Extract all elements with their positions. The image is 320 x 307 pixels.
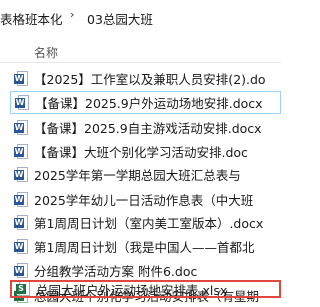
- column-header-name[interactable]: 名称: [34, 44, 58, 61]
- file-name: 2025学年幼儿一日活动作息表（中大班: [34, 193, 254, 208]
- file-row[interactable]: W 【备课】大班个别化学习活动安排.doc: [10, 140, 281, 163]
- word-doc-icon: W: [14, 119, 29, 136]
- file-name: 2025学年第一学期总园大班汇总表与: [34, 168, 241, 183]
- file-name: 【备课】2025.9自主游戏活动安排.docx: [34, 121, 262, 136]
- file-row[interactable]: W 【备课】2025.9户外运动场地安排.docx: [10, 91, 281, 114]
- word-doc-icon: W: [15, 94, 30, 111]
- file-row[interactable]: W 2025学年幼儿一日活动作息表（中大班: [10, 188, 281, 211]
- file-name: 【备课】大班个别化学习活动安排.doc: [34, 145, 248, 160]
- word-doc-icon: W: [14, 191, 29, 208]
- word-doc-icon: W: [14, 143, 29, 160]
- file-row[interactable]: W 【2025】工作室以及兼职人员安排(2).do: [10, 67, 281, 90]
- breadcrumb-separator-icon[interactable]: ›: [70, 8, 74, 21]
- breadcrumb-item-current-folder[interactable]: 03总园大班: [87, 9, 153, 28]
- header-divider: [0, 62, 281, 63]
- breadcrumb-item-table-folder[interactable]: 表格班本化: [0, 9, 63, 28]
- word-doc-icon: W: [14, 238, 29, 255]
- file-name: 第1周周日计划（室内美工室版本）.docx: [34, 216, 264, 231]
- file-name: 【2025】工作室以及兼职人员安排(2).do: [34, 72, 266, 87]
- file-row[interactable]: W 【备课】2025.9自主游戏活动安排.docx: [10, 116, 281, 139]
- file-row[interactable]: W 分组教学活动方案 附件6.doc: [10, 259, 281, 282]
- word-doc-icon: W: [14, 262, 29, 279]
- file-row[interactable]: W 第1周周日计划（我是中国人——首都北: [10, 235, 281, 258]
- excel-sheet-icon: S: [16, 282, 31, 296]
- file-row[interactable]: W 第1周周日计划（室内美工室版本）.docx: [10, 211, 281, 234]
- file-name: 【备课】2025.9户外运动场地安排.docx: [35, 96, 263, 111]
- file-row[interactable]: W 2025学年第一学期总园大班汇总表与: [10, 163, 281, 186]
- file-row[interactable]: S 总园大班户外运动场地安排表.xlsx: [10, 280, 281, 298]
- word-doc-icon: W: [14, 214, 29, 231]
- word-doc-icon: W: [14, 70, 29, 87]
- file-name: 第1周周日计划（我是中国人——首都北: [34, 240, 255, 255]
- breadcrumb: 表格班本化 › 03总园大班: [0, 0, 281, 34]
- file-name: 分组教学活动方案 附件6.doc: [34, 264, 198, 279]
- file-name: 总园大班户外运动场地安排表.xlsx: [36, 282, 228, 298]
- word-doc-icon: W: [14, 166, 29, 183]
